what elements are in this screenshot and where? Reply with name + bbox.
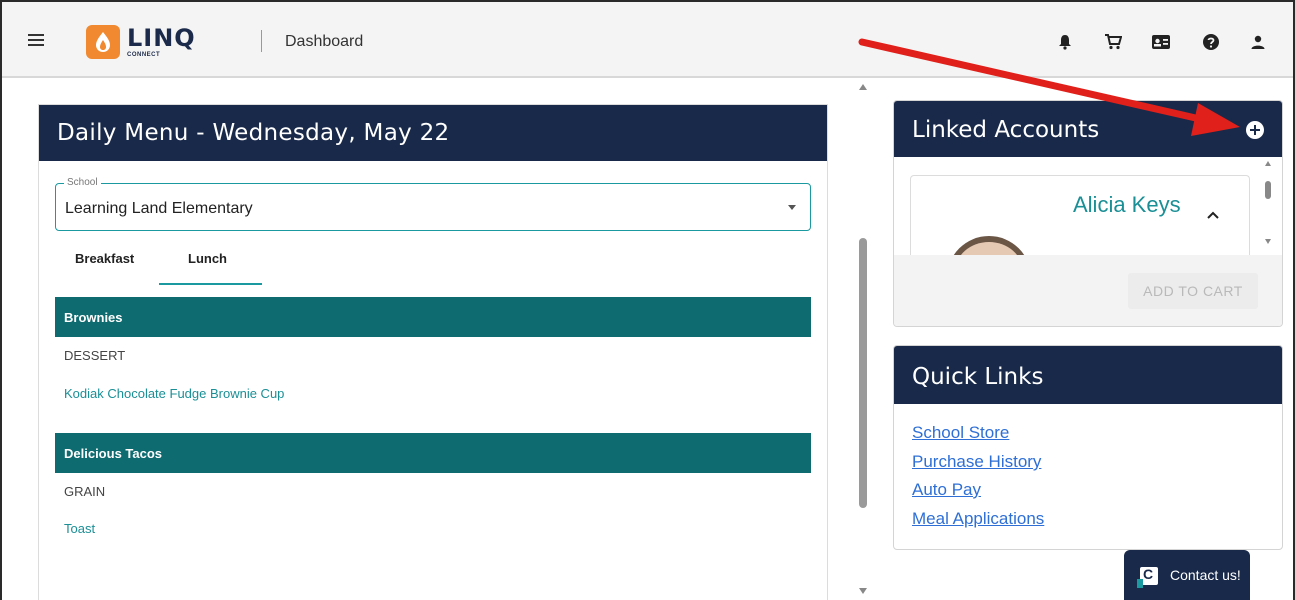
category-header: Brownies (55, 297, 811, 337)
quick-link-purchase-history[interactable]: Purchase History (912, 452, 1041, 472)
daily-menu-header: Daily Menu - Wednesday, May 22 (39, 105, 827, 161)
add-to-cart-button[interactable]: ADD TO CART (1128, 273, 1258, 309)
linked-accounts-title: Linked Accounts (912, 117, 1100, 143)
school-select[interactable]: School Learning Land Elementary (55, 177, 811, 231)
daily-menu-title: Daily Menu - Wednesday, May 22 (57, 120, 450, 146)
student-card: Alicia Keys (910, 175, 1250, 255)
quick-links-header: Quick Links (894, 346, 1282, 404)
school-value: Learning Land Elementary (65, 200, 253, 217)
bell-icon[interactable] (1055, 32, 1075, 52)
logo-text: LINQ (127, 24, 196, 52)
top-bar: LINQ CONNECT Dashboard (2, 2, 1293, 78)
logo-subtext: CONNECT (127, 52, 161, 58)
student-name: Alicia Keys (1073, 192, 1181, 217)
add-account-icon[interactable] (1246, 121, 1264, 139)
id-card-icon[interactable] (1151, 32, 1171, 52)
linked-accounts-card: Linked Accounts Alicia Keys ADD TO CART (893, 100, 1283, 327)
app-window: LINQ CONNECT Dashboard Daily Menu - Wedn… (0, 0, 1295, 600)
category-type: GRAIN (64, 484, 106, 499)
quick-links-title: Quick Links (912, 364, 1044, 390)
chat-icon: C (1137, 566, 1158, 588)
header-divider (261, 30, 262, 52)
quick-link-auto-pay[interactable]: Auto Pay (912, 480, 981, 500)
menu-icon[interactable] (28, 34, 44, 46)
cart-strip: ADD TO CART (894, 255, 1282, 326)
category-type: DESSERT (64, 348, 126, 363)
chevron-up-icon[interactable] (1207, 206, 1219, 222)
user-icon[interactable] (1248, 32, 1268, 52)
scroll-down-icon[interactable] (859, 588, 867, 594)
quick-links-card: Quick Links School Store Purchase Histor… (893, 345, 1283, 550)
scroll-up-icon[interactable] (1265, 161, 1271, 166)
page-title: Dashboard (285, 33, 364, 50)
quick-link-school-store[interactable]: School Store (912, 423, 1009, 443)
tab-lunch[interactable]: Lunch (188, 251, 227, 266)
scroll-down-icon[interactable] (1265, 239, 1271, 244)
quick-link-meal-applications[interactable]: Meal Applications (912, 509, 1044, 529)
menu-item-link[interactable]: Kodiak Chocolate Fudge Brownie Cup (64, 386, 284, 401)
scroll-thumb[interactable] (859, 238, 867, 508)
dropdown-caret-icon[interactable] (788, 205, 796, 210)
menu-item-link[interactable]: Toast (64, 521, 95, 536)
help-icon[interactable] (1201, 32, 1221, 52)
tab-breakfast[interactable]: Breakfast (75, 251, 134, 266)
daily-menu-card: Daily Menu - Wednesday, May 22 School Le… (38, 104, 828, 600)
main-content: Daily Menu - Wednesday, May 22 School Le… (4, 80, 872, 600)
contact-us-button[interactable]: C Contact us! (1124, 550, 1250, 600)
linq-logo-icon[interactable] (86, 25, 120, 59)
scroll-thumb[interactable] (1265, 181, 1271, 199)
school-label: School (64, 177, 101, 188)
active-tab-indicator (159, 283, 262, 285)
contact-us-label: Contact us! (1170, 567, 1241, 583)
category-name: Brownies (64, 310, 123, 325)
cart-icon[interactable] (1103, 32, 1123, 52)
category-header: Delicious Tacos (55, 433, 811, 473)
category-name: Delicious Tacos (64, 446, 163, 461)
scroll-up-icon[interactable] (859, 84, 867, 90)
linked-accounts-header: Linked Accounts (894, 101, 1282, 157)
linked-accounts-scrollbar[interactable] (1264, 161, 1274, 261)
main-scrollbar[interactable] (856, 80, 870, 600)
